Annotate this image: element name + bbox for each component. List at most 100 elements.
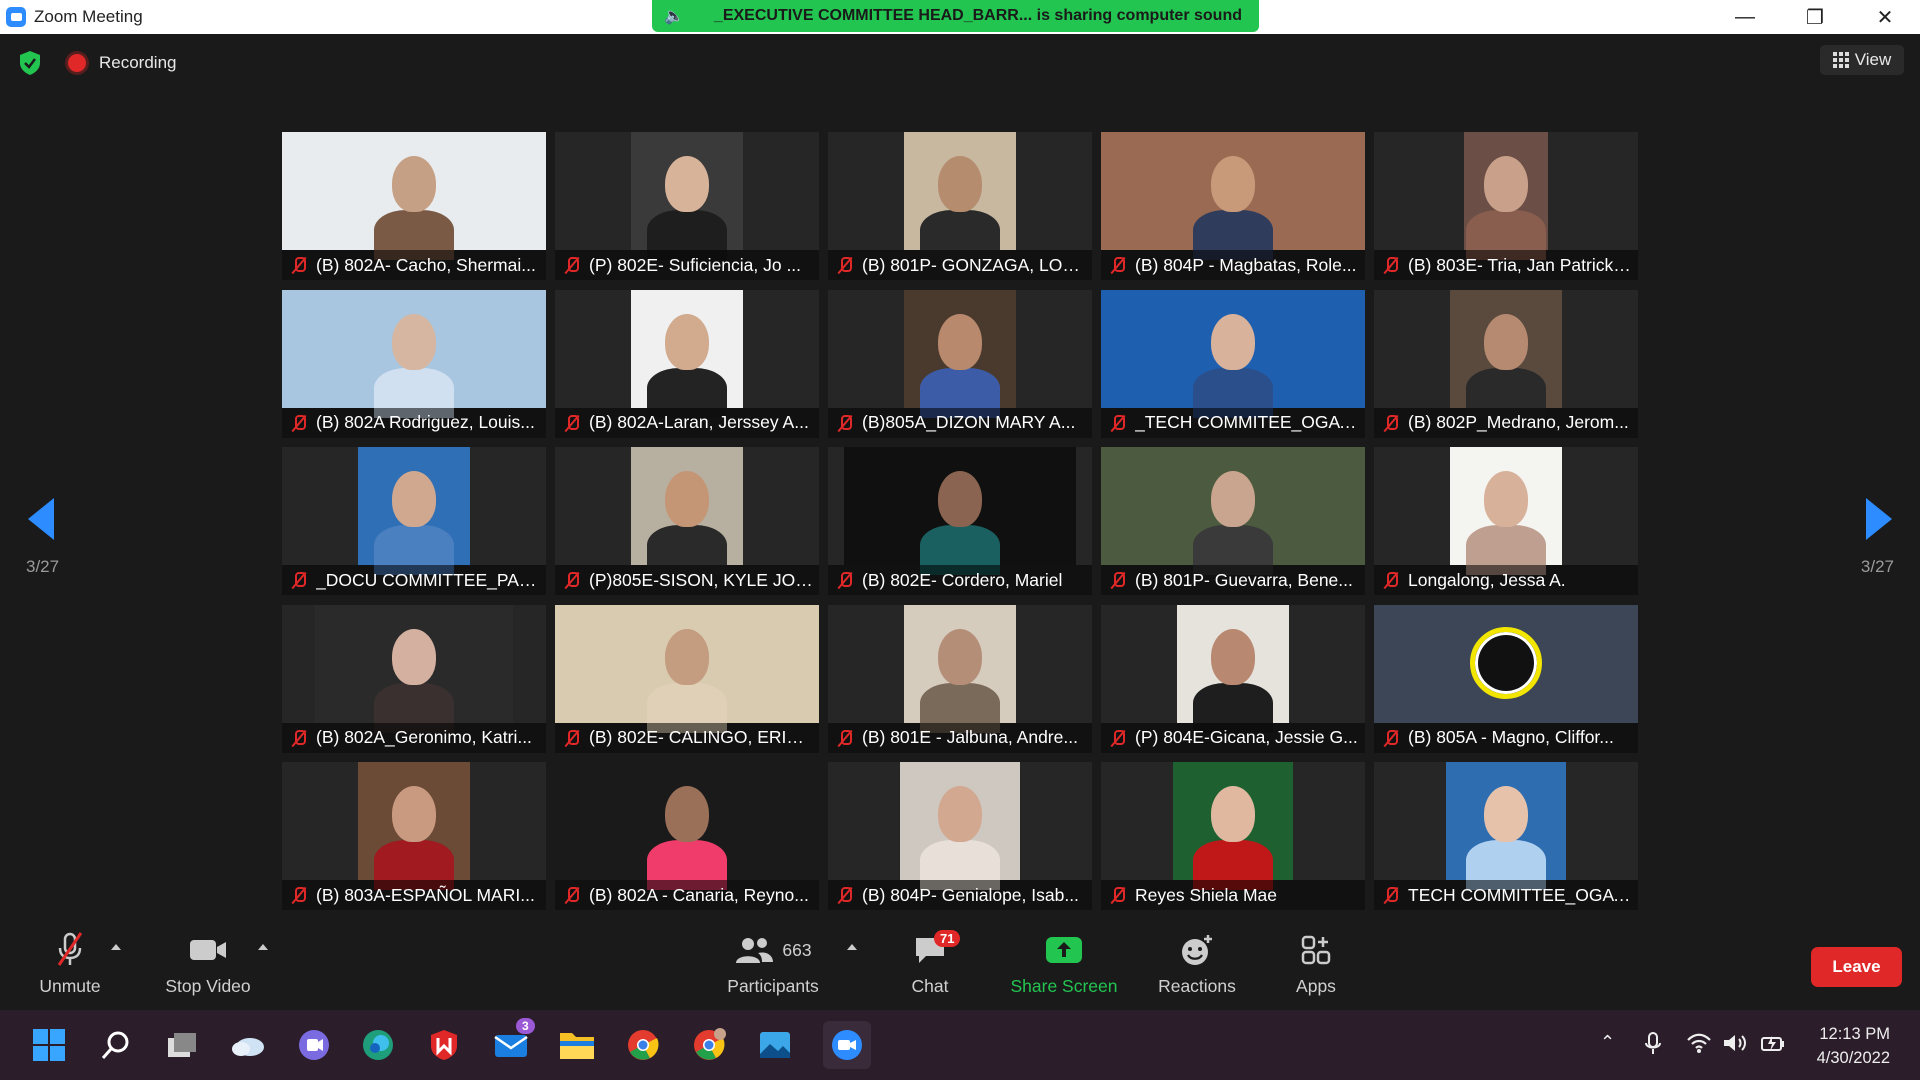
participant-tile[interactable]: _TECH COMMITEE_OGAY...	[1101, 289, 1365, 438]
next-page-arrow-icon[interactable]	[1866, 498, 1892, 540]
participant-name-bar: Reyes Shiela Mae	[1101, 880, 1365, 910]
file-explorer-icon[interactable]	[558, 1026, 596, 1064]
system-clock[interactable]: 12:13 PM 4/30/2022	[1817, 1022, 1890, 1070]
muted-microphone-icon	[1380, 727, 1402, 749]
participant-tile[interactable]: (P) 804E-Gicana, Jessie G...	[1101, 604, 1365, 753]
windows-start-icon[interactable]	[30, 1026, 68, 1064]
participant-tile[interactable]: (B) 803E- Tria, Jan Patrick ...	[1374, 132, 1638, 280]
muted-microphone-icon	[1107, 569, 1129, 591]
battery-charging-icon[interactable]	[1760, 1032, 1786, 1054]
chat-button[interactable]: Chat 71	[900, 930, 961, 997]
microphone-tray-icon[interactable]	[1644, 1032, 1662, 1056]
participant-silhouette-head	[392, 628, 436, 685]
edge-browser-icon[interactable]	[359, 1026, 397, 1064]
leave-button[interactable]: Leave	[1811, 947, 1902, 987]
reactions-smiley-icon	[1182, 935, 1212, 965]
share-screen-icon	[1046, 937, 1082, 963]
participant-tile[interactable]: (P)805E-SISON, KYLE JON...	[555, 447, 819, 595]
participant-video	[315, 604, 513, 733]
view-button[interactable]: View	[1820, 45, 1904, 75]
participant-name: (B) 803A-ESPAÑOL MARI...	[316, 884, 535, 905]
encryption-shield-icon[interactable]	[18, 50, 42, 76]
chrome-profile-icon[interactable]	[690, 1026, 728, 1064]
participant-silhouette-head	[938, 156, 982, 212]
participant-tile[interactable]: (B) 802E- Cordero, Mariel	[828, 447, 1092, 595]
participant-tile[interactable]: TECH COMMITTEE_OGAY...	[1374, 762, 1638, 910]
participants-options-caret-icon[interactable]	[847, 944, 857, 950]
participant-tile[interactable]: Reyes Shiela Mae	[1101, 762, 1365, 910]
participant-tile[interactable]: (B) 802A Rodriguez, Louis...	[282, 289, 546, 438]
participant-tile[interactable]: (B) 802A_Geronimo, Katri...	[282, 604, 546, 753]
recording-dot-icon	[68, 54, 86, 72]
participant-tile[interactable]: (B) 801E - Jalbuna, Andre...	[828, 604, 1092, 753]
participant-tile[interactable]: (B) 805A - Magno, Cliffor...	[1374, 604, 1638, 753]
participant-video	[1173, 762, 1293, 890]
participant-tile[interactable]: (B) 801P- GONZAGA, LOU...	[828, 132, 1092, 280]
video-options-caret-icon[interactable]	[258, 944, 268, 950]
wifi-icon[interactable]	[1686, 1032, 1712, 1054]
share-screen-button[interactable]: Share Screen	[1004, 930, 1124, 997]
muted-microphone-icon	[834, 412, 856, 434]
weather-widget-icon[interactable]	[229, 1026, 267, 1064]
zoom-taskbar-icon[interactable]	[823, 1021, 871, 1069]
mail-badge: 3	[516, 1018, 535, 1034]
gallery-grid: (B) 802A- Cacho, Shermai... (P) 802E- Suf…	[282, 132, 1639, 911]
previous-page-arrow-icon[interactable]	[28, 498, 54, 540]
muted-microphone-icon	[561, 727, 583, 749]
participant-tile[interactable]: _DOCU COMMITTEE_PAR...	[282, 447, 546, 595]
clock-time: 12:13 PM	[1819, 1025, 1890, 1043]
muted-microphone-icon	[834, 727, 856, 749]
minimize-icon[interactable]: —	[1710, 0, 1780, 34]
muted-microphone-icon	[1107, 254, 1129, 276]
participant-tile[interactable]: (B) 802A- Cacho, Shermai...	[282, 132, 546, 280]
audio-options-caret-icon[interactable]	[111, 944, 121, 950]
apps-button[interactable]: Apps	[1286, 930, 1346, 997]
participant-silhouette-head	[392, 156, 436, 212]
participant-tile[interactable]: (B) 804P- Genialope, Isab...	[828, 762, 1092, 910]
speaker-icon: 🔈	[664, 8, 684, 25]
participant-name: (B) 802A - Canaria, Reyno...	[589, 884, 809, 905]
participants-button[interactable]: 663 Participants	[718, 930, 828, 997]
reactions-button[interactable]: Reactions	[1150, 930, 1244, 997]
participant-silhouette-head	[392, 471, 436, 527]
participant-tile[interactable]: Longalong, Jessa A.	[1374, 447, 1638, 595]
mcafee-shield-icon[interactable]	[425, 1026, 463, 1064]
participant-tile[interactable]: (B) 802E- CALINGO, ERIC...	[555, 604, 819, 753]
participant-name-bar: (B) 801P- GONZAGA, LOU...	[828, 250, 1092, 280]
mail-icon[interactable]: 3	[492, 1018, 535, 1064]
search-icon[interactable]	[97, 1026, 135, 1064]
participant-name: (P) 802E- Suficiencia, Jo ...	[589, 254, 802, 275]
stop-video-button[interactable]: Stop Video	[158, 930, 258, 997]
restore-icon[interactable]: ❐	[1780, 0, 1850, 34]
participant-name: (B) 802E- CALINGO, ERIC...	[589, 727, 814, 747]
participant-name: (B) 802A- Cacho, Shermai...	[316, 254, 536, 275]
teams-chat-icon[interactable]	[295, 1026, 333, 1064]
participant-tile[interactable]: (B) 801P- Guevarra, Bene...	[1101, 447, 1365, 595]
participant-name: (B) 801P- Guevarra, Bene...	[1135, 569, 1353, 590]
recording-label[interactable]: Recording	[99, 53, 177, 73]
volume-icon[interactable]	[1722, 1032, 1748, 1054]
participant-tile[interactable]: (B) 802A-Laran, Jerssey A...	[555, 289, 819, 438]
participant-name-bar: (B) 802A - Canaria, Reyno...	[555, 880, 819, 910]
participant-tile[interactable]: (B) 802A - Canaria, Reyno...	[555, 762, 819, 910]
photos-icon[interactable]	[756, 1026, 794, 1064]
task-view-icon[interactable]	[163, 1026, 201, 1064]
participant-video	[900, 762, 1020, 890]
chrome-browser-icon[interactable]	[624, 1026, 662, 1064]
participant-tile[interactable]: (B)805A_DIZON MARY A...	[828, 289, 1092, 438]
share-screen-label: Share Screen	[1010, 976, 1118, 996]
participant-tile[interactable]: (P) 802E- Suficiencia, Jo ...	[555, 132, 819, 280]
participant-video	[1101, 289, 1365, 418]
unmute-button[interactable]: Unmute	[28, 930, 112, 997]
participant-tile[interactable]: (B) 803A-ESPAÑOL MARI...	[282, 762, 546, 910]
video-camera-icon	[190, 940, 226, 960]
participant-name-bar: (B) 802P_Medrano, Jerom...	[1374, 407, 1638, 438]
muted-microphone-icon	[1107, 884, 1129, 906]
muted-microphone-icon	[1380, 569, 1402, 591]
participant-tile[interactable]: (B) 802P_Medrano, Jerom...	[1374, 289, 1638, 438]
show-hidden-icons-chevron-icon[interactable]: ⌃	[1600, 1032, 1615, 1053]
participant-tile[interactable]: (B) 804P - Magbatas, Role...	[1101, 132, 1365, 280]
participant-name-bar: (B) 802A Rodriguez, Louis...	[282, 407, 546, 438]
close-icon[interactable]: ✕	[1850, 0, 1920, 34]
muted-microphone-icon	[1380, 884, 1402, 906]
